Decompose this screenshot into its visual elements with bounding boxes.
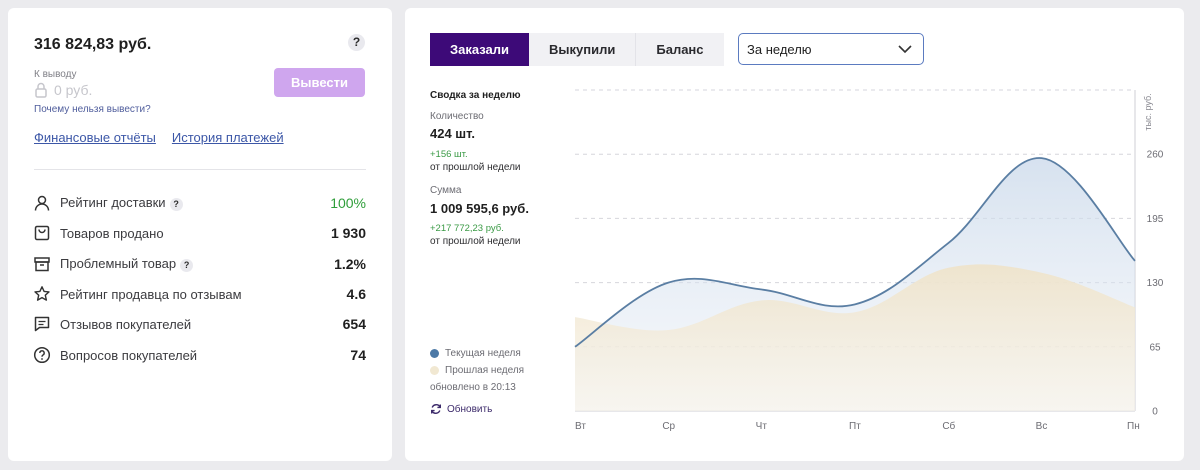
stat-label: Товаров продано [60,225,164,241]
financial-reports-link[interactable]: Финансовые отчёты [34,130,156,145]
x-tick-label: Ср [662,421,675,432]
divider [34,169,366,170]
finance-links: Финансовые отчёты История платежей [34,130,284,145]
tab-ordered[interactable]: Заказали [430,33,530,66]
person-icon [32,193,52,213]
why-cannot-withdraw-link[interactable]: Почему нельзя вывести? [34,104,151,115]
stat-label: Рейтинг доставки [60,195,166,211]
orders-chart: 0 65 130 195 260 тыс. руб. Вт Ср Чт Пт Сб Вс Пн [574,89,1164,432]
stat-value: 4.6 [346,286,366,302]
problem-help-icon[interactable]: ? [180,258,194,272]
star-icon [32,284,52,304]
qty-value: 424 шт. [430,126,475,141]
question-icon [32,345,52,365]
x-tick-label: Пт [849,421,861,432]
period-select[interactable]: За неделю [738,33,924,65]
x-tick-label: Сб [942,420,955,432]
legend-current-label: Текущая неделя [445,348,521,359]
withdraw-amount-row: 0 руб. [34,82,92,98]
orders-chart-card: Заказали Выкупили Баланс За неделю Сводк… [405,8,1184,461]
stat-seller-rating: Рейтинг продавца по отзывам 4.6 [32,283,366,305]
box-icon [32,254,52,274]
y-tick-label: 260 [1147,150,1164,161]
x-tick-label: Чт [756,421,768,432]
stat-delivery-rating: Рейтинг доставки? 100% [32,192,366,214]
qty-label: Количество [430,111,484,122]
stat-value: 1.2% [334,256,366,272]
y-tick-label: 195 [1147,214,1164,225]
stat-label: Вопросов покупателей [60,347,198,363]
legend-current: Текущая неделя [430,348,521,359]
tab-purchased[interactable]: Выкупили [529,33,637,66]
chevron-down-icon [898,45,912,54]
updated-time: обновлено в 20:13 [430,382,516,393]
stat-label: Рейтинг продавца по отзывам [60,286,242,302]
y-tick-label: 130 [1147,278,1164,289]
summary-title: Сводка за неделю [430,90,521,101]
legend-previous: Прошлая неделя [430,365,524,376]
x-tick-label: Вс [1036,421,1048,432]
payment-history-link[interactable]: История платежей [172,130,284,145]
tabs: Заказали Выкупили Баланс [430,33,724,66]
delivery-help-icon[interactable]: ? [169,197,183,211]
stat-problem-items: Проблемный товар? 1.2% [32,253,366,275]
refresh-button[interactable]: Обновить [430,403,492,415]
stat-label: Проблемный товар [60,256,177,272]
stat-label: Отзывов покупателей [60,316,192,332]
stat-customer-reviews: Отзывов покупателей 654 [32,313,366,335]
qty-delta: +156 шт. [430,149,468,160]
qty-delta-sub: от прошлой недели [430,162,521,173]
withdraw-label: К выводу [34,69,77,80]
tab-balance[interactable]: Баланс [636,33,724,66]
balance-card: 316 824,83 руб. ? К выводу 0 руб. Почему… [8,8,392,461]
stat-value: 1 930 [330,225,366,241]
refresh-label: Обновить [447,403,493,415]
stat-value: 100% [330,195,366,211]
stat-customer-questions: Вопросов покупателей 74 [32,344,366,366]
bag-icon [32,223,52,243]
withdraw-amount: 0 руб. [54,82,93,98]
y-tick-label: 65 [1149,342,1161,353]
lock-icon [35,82,47,98]
x-tick-label: Вт [575,421,586,432]
withdraw-button[interactable]: Вывести [274,68,365,97]
sum-delta: +217 772,23 руб. [430,223,504,234]
sum-label: Сумма [430,185,462,196]
legend-previous-swatch [430,366,439,375]
balance-help-icon[interactable]: ? [348,34,365,51]
balance-amount: 316 824,83 руб. [34,36,152,53]
x-tick-label: Пн [1127,421,1140,432]
period-select-value: За неделю [747,41,812,57]
comment-icon [32,314,52,334]
legend-previous-label: Прошлая неделя [445,365,525,376]
sum-value: 1 009 595,6 руб. [430,201,529,216]
legend-current-swatch [430,349,439,358]
refresh-icon [431,404,441,414]
y-tick-label: 0 [1152,407,1158,418]
stat-items-sold: Товаров продано 1 930 [32,222,366,244]
y-axis-label: тыс. руб. [1143,93,1153,130]
sum-delta-sub: от прошлой недели [430,236,521,247]
stat-value: 654 [342,316,366,332]
stat-value: 74 [350,347,366,363]
